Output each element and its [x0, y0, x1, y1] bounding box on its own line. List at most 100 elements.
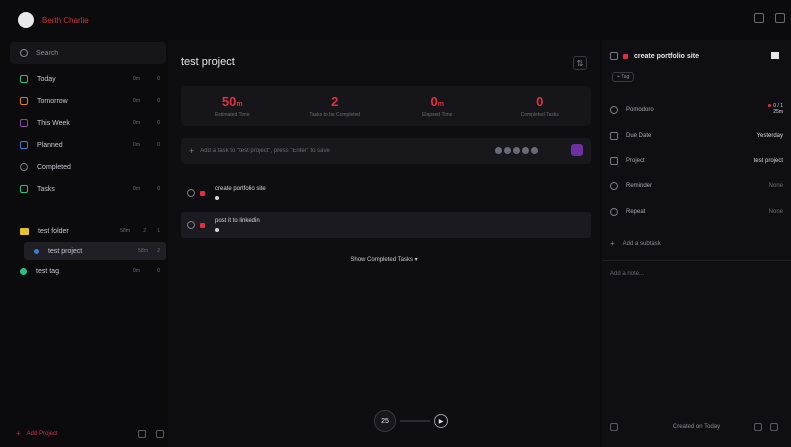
- detail-label: Project: [626, 158, 645, 164]
- detail-value: test project: [753, 158, 783, 164]
- folder-extra: 1: [157, 228, 160, 234]
- task-title: post it to linkedin: [215, 218, 260, 224]
- sidebar-project-test-project[interactable]: test project 58m 2: [24, 242, 166, 260]
- sidebar-item-tomorrow[interactable]: Tomorrow 0m 0: [10, 90, 166, 112]
- settings-icon[interactable]: [775, 13, 785, 23]
- calendar-icon: [610, 132, 618, 140]
- tasks-icon: [20, 185, 28, 193]
- comment-icon[interactable]: [754, 423, 762, 431]
- detail-checkbox[interactable]: [610, 52, 618, 60]
- sidebar-item-count: 0: [157, 186, 160, 192]
- plus-icon: +: [610, 239, 615, 248]
- sidebar-tag-test-tag[interactable]: test tag 0m 0: [10, 260, 166, 282]
- title-bar: Berth Charlie: [0, 0, 791, 40]
- stats-panel: 50m Estimated Time 2 Tasks to be Complet…: [181, 86, 591, 126]
- avatar[interactable]: [18, 12, 34, 28]
- pomodoro-estimate-picker[interactable]: [495, 147, 538, 154]
- add-task-input[interactable]: [200, 148, 501, 154]
- sort-icon: ⇅: [576, 58, 584, 68]
- sidebar-item-count: 0: [157, 120, 160, 126]
- play-button[interactable]: ▶: [434, 414, 448, 428]
- tomato-icon[interactable]: [522, 147, 529, 154]
- sidebar-item-count: 0: [157, 76, 160, 82]
- sidebar-item-count: 0: [157, 142, 160, 148]
- sync-icon[interactable]: [754, 13, 764, 23]
- sort-button[interactable]: ⇅: [573, 56, 587, 70]
- folder-icon: [20, 227, 29, 235]
- add-subtask-label: Add a subtask: [622, 240, 661, 247]
- task-row[interactable]: post it to linkedin: [181, 212, 591, 238]
- tomato-icon[interactable]: [504, 147, 511, 154]
- note-input[interactable]: Add a note...: [610, 271, 644, 277]
- sidebar-item-planned[interactable]: Planned 0m 0: [10, 134, 166, 156]
- search-icon: [20, 49, 28, 57]
- sidebar-folder-test-folder[interactable]: test folder 58m 2 1: [10, 220, 166, 242]
- detail-label: Reminder: [626, 183, 653, 189]
- folder-icon: [610, 157, 618, 165]
- detail-row-repeat[interactable]: Repeat None: [610, 205, 783, 219]
- sort-icon[interactable]: [156, 430, 164, 438]
- calendar-week-icon: [20, 119, 28, 127]
- stat-unit: m: [437, 101, 444, 108]
- project-label: test project: [48, 247, 83, 255]
- stat-value: 0: [430, 94, 438, 109]
- stat-label: Completed Tasks: [520, 112, 559, 118]
- add-task-bar[interactable]: +: [181, 138, 591, 164]
- show-completed-toggle[interactable]: Show Completed Tasks ▾: [168, 256, 600, 263]
- timer-display[interactable]: 25: [374, 410, 396, 432]
- search-input[interactable]: [36, 49, 146, 57]
- stat-tasks-to-complete: 2 Tasks to be Completed: [284, 86, 387, 126]
- sidebar-item-time: 0m: [133, 120, 140, 126]
- pomodoro-count: 0 / 1 25m: [768, 103, 783, 115]
- detail-row-due-date[interactable]: Due Date Yesterday: [610, 129, 783, 143]
- folder-count: 2: [143, 228, 146, 234]
- stat-value: 0: [536, 94, 544, 109]
- detail-title[interactable]: create portfolio site: [634, 53, 699, 60]
- created-date: Created on Today: [672, 424, 721, 430]
- sidebar: Today 0m 0 Tomorrow 0m 0 This Week 0m 0 …: [10, 40, 166, 440]
- tag-time: 0m: [133, 268, 140, 274]
- sidebar-item-time: 0m: [133, 186, 140, 192]
- tag-count: 0: [157, 268, 160, 274]
- tomato-icon[interactable]: [495, 147, 502, 154]
- sidebar-item-completed[interactable]: Completed: [10, 156, 166, 178]
- sun-icon: [20, 75, 28, 83]
- sunrise-icon: [20, 97, 28, 105]
- divider: [602, 260, 791, 261]
- add-tag-button[interactable]: + Tag: [612, 72, 635, 82]
- task-checkbox[interactable]: [187, 189, 195, 197]
- add-subtask-button[interactable]: + Add a subtask: [610, 239, 661, 248]
- add-project-button[interactable]: + Add Project: [16, 429, 166, 438]
- trash-icon[interactable]: [770, 423, 778, 431]
- task-row[interactable]: create portfolio site: [181, 180, 591, 206]
- folder-time: 58m: [120, 228, 130, 234]
- detail-value: None: [768, 209, 783, 215]
- check-circle-icon: [20, 163, 28, 171]
- detail-row-project[interactable]: Project test project: [610, 154, 783, 168]
- detail-row-pomodoro[interactable]: Pomodoro 0 / 1 25m: [610, 103, 783, 117]
- main-panel: test project ⇅ 50m Estimated Time 2 Task…: [168, 40, 600, 447]
- project-time: 58m: [138, 248, 148, 254]
- sidebar-item-tasks[interactable]: Tasks 0m 0: [10, 178, 166, 200]
- tomato-icon[interactable]: [513, 147, 520, 154]
- sidebar-item-count: 0: [157, 98, 160, 104]
- stat-completed-tasks: 0 Completed Tasks: [489, 86, 592, 126]
- task-checkbox[interactable]: [187, 221, 195, 229]
- sidebar-item-this-week[interactable]: This Week 0m 0: [10, 112, 166, 134]
- add-folder-icon[interactable]: [138, 430, 146, 438]
- page-title: test project: [181, 56, 235, 68]
- detail-footer: Created on Today: [602, 420, 791, 434]
- detail-row-reminder[interactable]: Reminder None: [610, 179, 783, 193]
- folder-label: test folder: [38, 227, 69, 235]
- user-name[interactable]: Berth Charlie: [42, 16, 89, 25]
- priority-flag-icon: [200, 190, 205, 196]
- search-box[interactable]: [10, 42, 166, 64]
- tomato-icon[interactable]: [531, 147, 538, 154]
- task-detail-panel: create portfolio site + Tag Pomodoro 0 /…: [602, 40, 791, 447]
- calendar-icon: [20, 141, 28, 149]
- add-task-submit-button[interactable]: [571, 144, 583, 156]
- flag-icon[interactable]: [771, 52, 779, 59]
- stat-value: 2: [331, 94, 339, 109]
- sidebar-item-today[interactable]: Today 0m 0: [10, 68, 166, 90]
- pomodoro-timer: 25 ▶: [374, 409, 454, 433]
